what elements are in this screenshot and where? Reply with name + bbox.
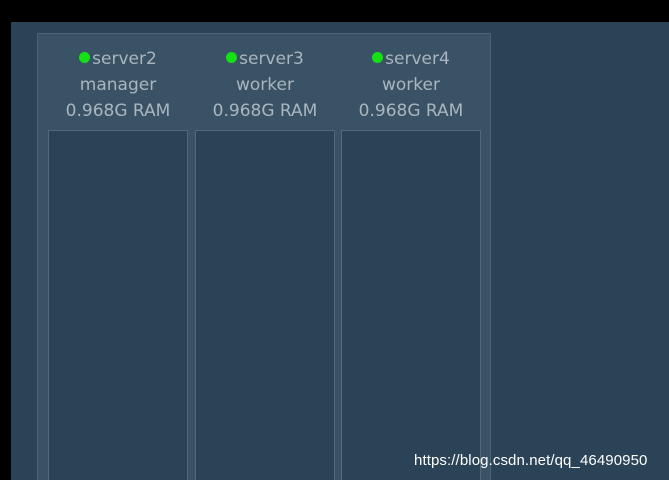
node-role: manager <box>79 75 157 95</box>
node-card-server3[interactable]: server3 worker 0.968G RAM <box>195 34 335 480</box>
node-card-server2[interactable]: server2 manager 0.968G RAM <box>48 34 188 480</box>
node-name: server2 <box>92 49 157 69</box>
swarm-nodes-panel: server2 manager 0.968G RAM server3 worke… <box>37 33 491 480</box>
node-header: server4 worker 0.968G RAM <box>341 46 481 124</box>
status-dot-icon <box>79 52 91 63</box>
node-header: server2 manager 0.968G RAM <box>48 46 188 124</box>
node-task-area <box>341 130 481 480</box>
node-ram: 0.968G RAM <box>358 101 464 121</box>
node-ram: 0.968G RAM <box>212 101 318 121</box>
status-dot-icon <box>372 52 384 63</box>
node-task-area <box>48 130 188 480</box>
node-name: server4 <box>385 49 450 69</box>
node-header: server3 worker 0.968G RAM <box>195 46 335 124</box>
node-role: worker <box>382 75 440 95</box>
visualizer-canvas: server2 manager 0.968G RAM server3 worke… <box>11 22 669 480</box>
node-role: worker <box>236 75 294 95</box>
node-card-server4[interactable]: server4 worker 0.968G RAM <box>341 34 481 480</box>
node-ram: 0.968G RAM <box>65 101 171 121</box>
node-task-area <box>195 130 335 480</box>
node-name: server3 <box>239 49 304 69</box>
status-dot-icon <box>226 52 238 63</box>
watermark-text: https://blog.csdn.net/qq_46490950 <box>414 452 648 469</box>
